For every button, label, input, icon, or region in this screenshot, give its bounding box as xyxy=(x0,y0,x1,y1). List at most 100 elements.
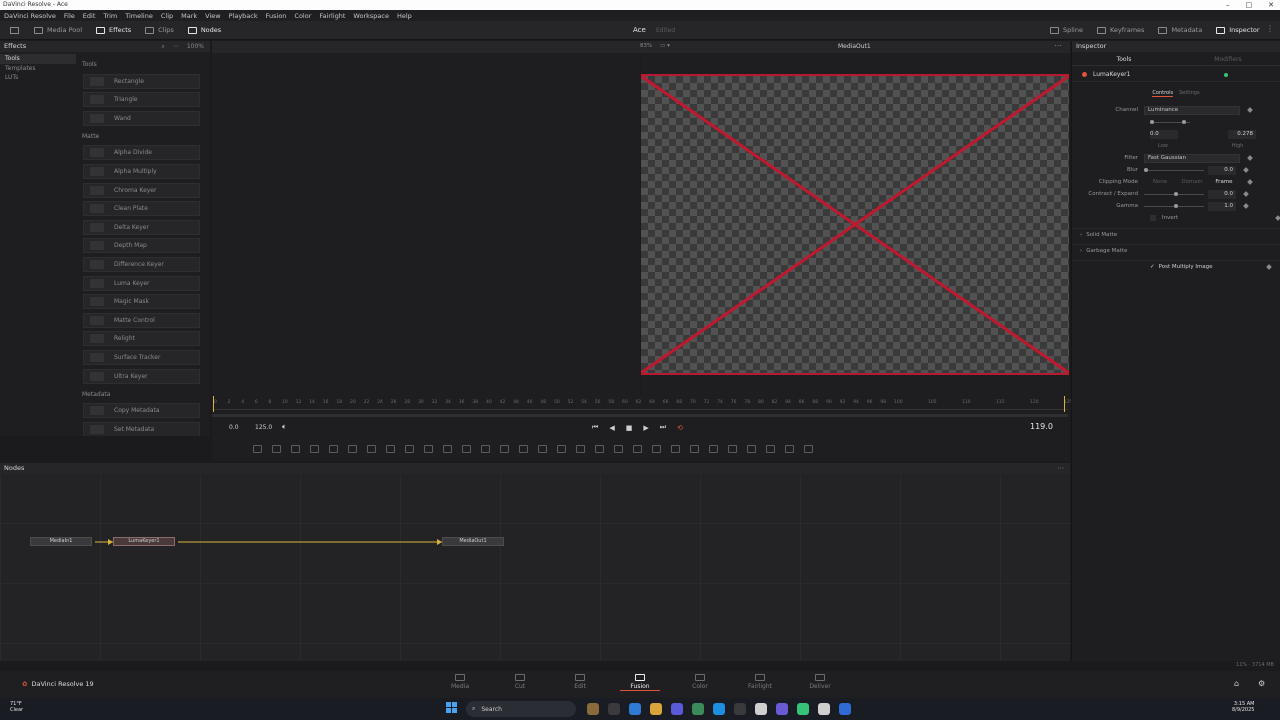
invert-checkbox[interactable] xyxy=(1150,215,1156,221)
fusion-tool-icon[interactable] xyxy=(690,444,699,453)
menu-item-color[interactable]: Color xyxy=(294,12,311,20)
taskbar-app-icon[interactable] xyxy=(733,703,746,715)
clip-frame[interactable]: Frame xyxy=(1208,179,1240,185)
tool-item-wand[interactable]: Wand xyxy=(83,110,200,126)
low-high-slider[interactable] xyxy=(1150,119,1190,124)
go-to-start-icon[interactable]: ⏮︎ xyxy=(592,423,598,432)
fusion-tool-icon[interactable] xyxy=(253,444,262,453)
tool-item-triangle[interactable]: Triangle xyxy=(83,92,200,108)
tab-modifiers[interactable]: Modifiers xyxy=(1176,56,1280,63)
fusion-tool-icon[interactable] xyxy=(462,444,471,453)
channel-dropdown[interactable]: Luminance xyxy=(1144,105,1240,115)
fusion-tool-icon[interactable] xyxy=(348,444,357,453)
search-box[interactable]: ⌕ Search xyxy=(466,701,576,717)
toolbar-inspector-button[interactable]: Inspector xyxy=(1216,26,1260,34)
keyframe-icon[interactable] xyxy=(1247,107,1253,113)
toolbar-clips-button[interactable]: Clips xyxy=(145,26,174,34)
node-lumakeyer[interactable]: LumaKeyer1 xyxy=(113,537,175,546)
tool-item-rectangle[interactable]: Rectangle xyxy=(83,73,200,89)
fusion-tool-icon[interactable] xyxy=(595,444,604,453)
taskbar-app-icon[interactable] xyxy=(586,703,599,715)
minimize-button[interactable]: – xyxy=(1226,1,1230,9)
taskbar-app-icon[interactable] xyxy=(691,703,704,715)
tool-item-matte-control[interactable]: Matte Control xyxy=(83,312,200,328)
menu-item-fusion[interactable]: Fusion xyxy=(266,12,287,20)
fusion-tool-icon[interactable] xyxy=(424,444,433,453)
tool-item-luma-keyer[interactable]: Luma Keyer xyxy=(83,275,200,291)
fusion-tool-icon[interactable] xyxy=(785,444,794,453)
high-value[interactable]: 0.278 xyxy=(1228,129,1256,139)
keyframe-icon[interactable] xyxy=(1247,179,1253,185)
fusion-tool-icon[interactable] xyxy=(538,444,547,453)
tool-item-magic-mask[interactable]: Magic Mask xyxy=(83,294,200,310)
taskbar-app-icon[interactable] xyxy=(670,703,683,715)
time-ruler[interactable]: 0 2 4 6 8 10 12 14 16 18 20 22 24 26 28 30 32 34 36 38 40 42 4… xyxy=(212,396,1073,412)
tool-item-depth-map[interactable]: Depth Map xyxy=(83,238,200,254)
tool-item-surface-tracker[interactable]: Surface Tracker xyxy=(83,349,200,365)
fusion-tool-icon[interactable] xyxy=(652,444,661,453)
loop-icon[interactable]: ⟲ xyxy=(677,424,683,432)
page-tab-fairlight[interactable]: Fairlight xyxy=(740,674,780,690)
viewer-options-icon[interactable]: ▭ ▾ xyxy=(660,43,670,49)
fusion-tool-icon[interactable] xyxy=(291,444,300,453)
menu-item-workspace[interactable]: Workspace xyxy=(353,12,389,20)
fusion-tool-icon[interactable] xyxy=(310,444,319,453)
end-time[interactable]: 125.0 xyxy=(255,424,272,431)
node-mediaout[interactable]: MediaOut1 xyxy=(442,537,504,546)
section-garbage-matte[interactable]: › Garbage Matte xyxy=(1072,244,1280,256)
gamma-value[interactable]: 1.0 xyxy=(1208,201,1236,211)
fusion-tool-icon[interactable] xyxy=(329,444,338,453)
viewer-canvas[interactable] xyxy=(641,74,1069,375)
blur-slider[interactable] xyxy=(1144,167,1204,172)
subtab-controls[interactable]: Controls xyxy=(1152,90,1174,97)
play-reverse-icon[interactable]: ◀ xyxy=(609,424,614,432)
node-mediain[interactable]: MediaIn1 xyxy=(30,537,92,546)
keyframe-icon[interactable] xyxy=(1265,263,1272,270)
keyframe-icon[interactable] xyxy=(1247,155,1253,161)
more-icon[interactable]: ⋯ xyxy=(173,41,179,52)
maximize-button[interactable]: □ xyxy=(1246,1,1253,9)
filter-dropdown[interactable]: Fast Gaussian xyxy=(1144,153,1240,163)
taskbar-app-icon[interactable] xyxy=(838,703,851,715)
subtab-settings[interactable]: Settings xyxy=(1179,90,1200,96)
tool-item-alpha-divide[interactable]: Alpha Divide xyxy=(83,145,200,161)
clip-domain[interactable]: Domain xyxy=(1176,179,1208,185)
toolbar-metadata-button[interactable]: Metadata xyxy=(1158,26,1202,34)
contract-value[interactable]: 0.0 xyxy=(1208,189,1236,199)
windows-start-icon[interactable] xyxy=(446,702,458,714)
fusion-tool-icon[interactable] xyxy=(443,444,452,453)
page-tab-fusion[interactable]: Fusion xyxy=(620,674,660,691)
sidebar-item-templates[interactable]: Templates xyxy=(0,64,76,74)
fusion-tool-icon[interactable] xyxy=(671,444,680,453)
fusion-tool-icon[interactable] xyxy=(804,444,813,453)
home-icon[interactable]: ⌂ xyxy=(1234,679,1239,688)
search-icon[interactable]: ⌕ xyxy=(161,41,164,52)
fusion-tool-icon[interactable] xyxy=(557,444,566,453)
fusion-tool-icon[interactable] xyxy=(766,444,775,453)
taskbar-app-icon[interactable] xyxy=(754,703,767,715)
toolbar-keyframes-button[interactable]: Keyframes xyxy=(1096,26,1144,34)
fusion-tool-icon[interactable] xyxy=(728,444,737,453)
menu-item-help[interactable]: Help xyxy=(397,12,412,20)
tool-item-alpha-multiply[interactable]: Alpha Multiply xyxy=(83,163,200,179)
nodes-panel[interactable]: Nodes ⋯ MediaIn1 LumaKeyer1 MediaOut1 xyxy=(0,463,1070,661)
tool-item-chroma-keyer[interactable]: Chroma Keyer xyxy=(83,182,200,198)
post-multiply-checkbox[interactable]: ✓ xyxy=(1150,264,1155,270)
go-to-end-icon[interactable]: ⏭︎ xyxy=(660,423,666,432)
node-color-icon[interactable] xyxy=(1082,72,1087,77)
tab-tools[interactable]: Tools xyxy=(1072,56,1176,63)
keyframe-icon[interactable] xyxy=(1275,215,1280,221)
page-tab-color[interactable]: Color xyxy=(680,674,720,690)
taskbar-app-icon[interactable] xyxy=(607,703,620,715)
settings-icon[interactable]: ⚙ xyxy=(1258,679,1265,688)
menu-item-edit[interactable]: Edit xyxy=(83,12,96,20)
menu-item-mark[interactable]: Mark xyxy=(181,12,197,20)
tool-item-delta-keyer[interactable]: Delta Keyer xyxy=(83,219,200,235)
fusion-tool-icon[interactable] xyxy=(367,444,376,453)
fusion-tool-icon[interactable] xyxy=(519,444,528,453)
menu-item-timeline[interactable]: Timeline xyxy=(125,12,153,20)
toolbar-spline-button[interactable]: Spline xyxy=(1050,26,1083,34)
section-solid-matte[interactable]: › Solid Matte xyxy=(1072,228,1280,240)
fusion-tool-icon[interactable] xyxy=(614,444,623,453)
audio-icon[interactable]: 🔈︎ xyxy=(282,422,287,432)
